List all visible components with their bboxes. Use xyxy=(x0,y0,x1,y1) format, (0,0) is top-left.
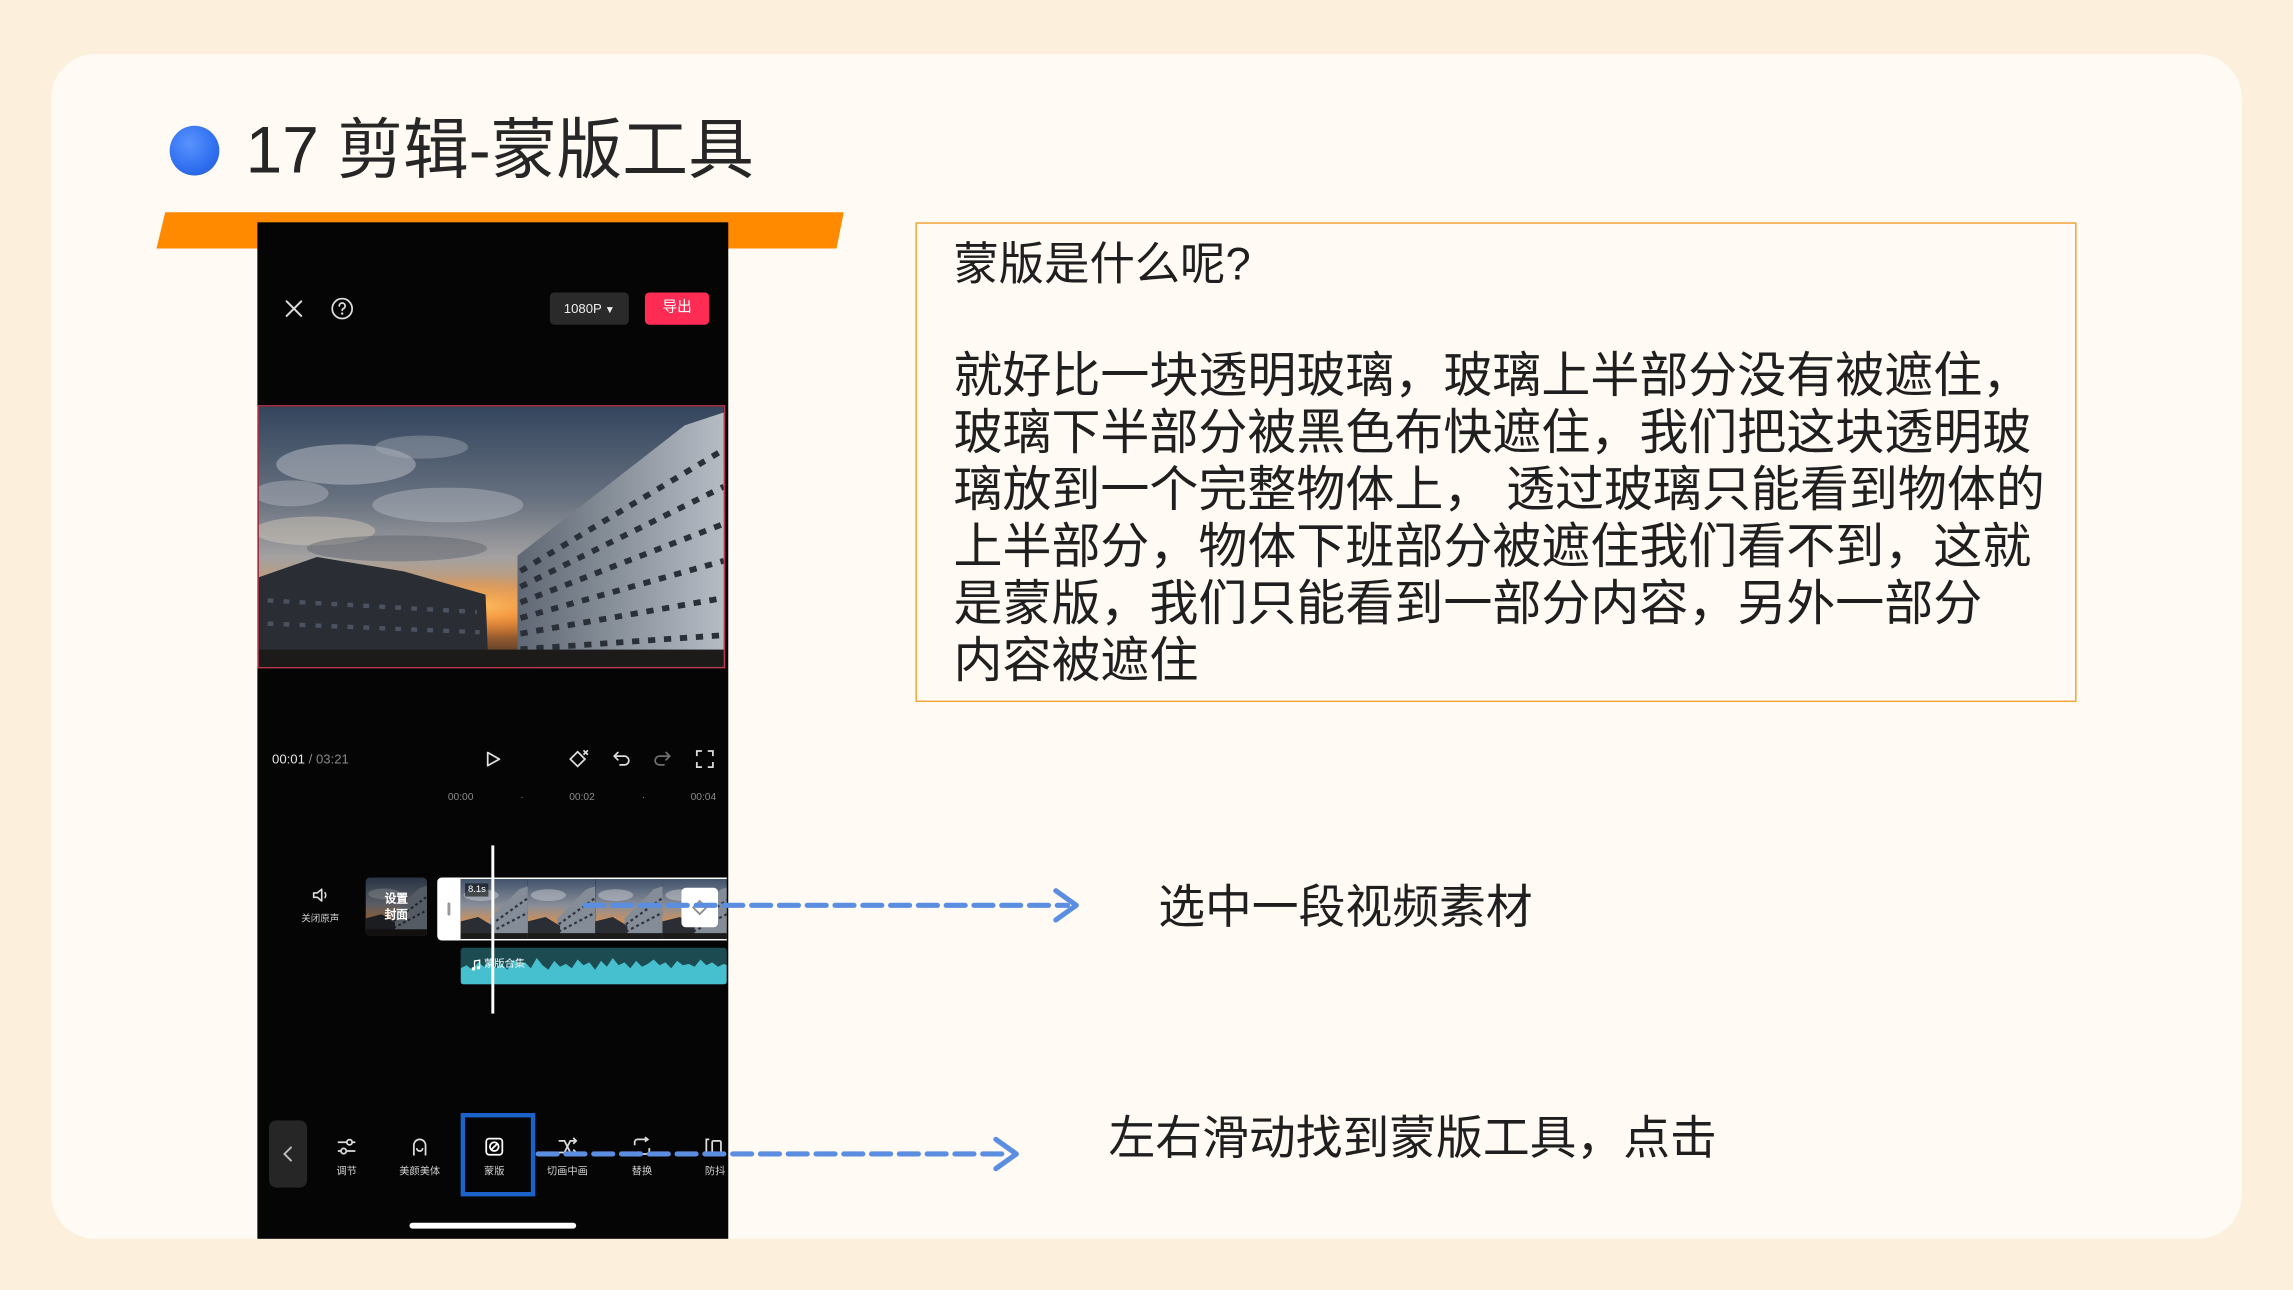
handle-grip xyxy=(447,902,451,916)
set-cover-button[interactable]: 设置 封面 xyxy=(365,877,428,937)
mask-tool-highlight xyxy=(460,1113,536,1197)
ruler-label: 00:00 xyxy=(447,792,474,803)
ruler-dot: · xyxy=(641,792,646,803)
playhead[interactable] xyxy=(491,845,495,1014)
toolbar-item-label: 替换 xyxy=(631,1167,653,1178)
toolbar-item-label: 调节 xyxy=(336,1167,357,1178)
undo-icon[interactable] xyxy=(611,749,631,769)
mute-original-audio-label[interactable]: 关闭原声 xyxy=(284,913,357,926)
explanation-line: 内容被遮住 xyxy=(953,634,1199,689)
adjust-icon xyxy=(336,1136,356,1156)
annotation-select-clip: 选中一段视频素材 xyxy=(1158,880,1533,934)
stabilize-icon xyxy=(705,1136,725,1156)
total-time: / 03:21 xyxy=(308,751,349,767)
toolbar-item-label: 美颜美体 xyxy=(399,1167,441,1178)
toolbar-item-beauty[interactable]: 美颜美体 xyxy=(383,1134,456,1184)
phone-editor-screenshot: 1080P ▼ 导出 00:01 / 03:21 00:00 · 00:02 ·… xyxy=(257,222,729,1239)
close-icon[interactable] xyxy=(284,298,304,318)
export-button[interactable]: 导出 xyxy=(644,292,710,325)
clip-trim-handle-left[interactable] xyxy=(437,877,461,941)
toolbar-item-label: 防抖 xyxy=(704,1167,726,1178)
slide: 17 剪辑-蒙版工具 1080P ▼ 导出 00:01 / 03:21 00:0… xyxy=(0,0,2293,1290)
explanation-line: 上半部分，物体下班部分被遮住我们看不到，这就 xyxy=(953,520,2032,575)
video-preview[interactable] xyxy=(257,405,726,669)
pip-icon xyxy=(557,1136,578,1157)
toolbar-item-replace[interactable]: 替换 xyxy=(605,1134,678,1184)
diamond-icon xyxy=(691,899,708,916)
toolbar-item-label: 切画中画 xyxy=(546,1167,588,1178)
speaker-icon[interactable] xyxy=(311,886,329,904)
fullscreen-icon[interactable] xyxy=(695,749,715,769)
replace-icon xyxy=(632,1136,652,1157)
play-icon[interactable] xyxy=(484,750,502,768)
home-indicator xyxy=(409,1222,577,1229)
add-clip-button[interactable] xyxy=(681,887,719,928)
toolbar-item-adjust[interactable]: 调节 xyxy=(310,1134,383,1184)
toolbar-item-pip[interactable]: 切画中画 xyxy=(531,1134,604,1184)
keyframe-icon[interactable] xyxy=(569,749,589,769)
ruler-label: 00:02 xyxy=(569,792,595,803)
chevron-down-icon: ▼ xyxy=(604,305,615,316)
playback-time: 00:01 / 03:21 xyxy=(272,750,349,768)
explanation-question: 蒙版是什么呢? xyxy=(953,238,1251,290)
cover-label-line: 封面 xyxy=(384,908,409,922)
resolution-value: 1080P xyxy=(563,301,602,316)
explanation-paragraph: 就好比一块透明玻璃，玻璃上半部分没有被遮住， 玻璃下半部分被黑色布快遮住，我们把… xyxy=(953,348,2044,690)
audio-track-label: 蒙版合集 xyxy=(484,959,525,970)
help-icon[interactable] xyxy=(330,297,354,320)
toolbar-item-stabilize[interactable]: 防抖 xyxy=(679,1134,729,1184)
chevron-left-icon xyxy=(281,1145,296,1163)
explanation-line: 就好比一块透明玻璃，玻璃上半部分没有被遮住， xyxy=(953,349,2032,404)
music-note-icon xyxy=(471,959,481,971)
toolbar-back-button[interactable] xyxy=(269,1120,308,1188)
current-time: 00:01 xyxy=(272,751,305,767)
redo-icon[interactable] xyxy=(652,749,672,769)
beauty-icon xyxy=(409,1136,429,1156)
title-bullet-dot xyxy=(169,125,220,176)
explanation-line: 璃放到一个完整物体上， 透过玻璃只能看到物体的 xyxy=(953,463,2045,518)
ruler-dot: · xyxy=(520,792,524,803)
clip-duration-badge: 8.1s xyxy=(465,883,489,897)
resolution-dropdown[interactable]: 1080P ▼ xyxy=(549,292,629,325)
explanation-line: 是蒙版，我们只能看到一部分内容，另外一部分 xyxy=(953,577,1983,632)
ruler-label: 00:04 xyxy=(690,792,717,803)
cover-label-line: 设置 xyxy=(384,892,409,906)
slide-title: 17 剪辑-蒙版工具 xyxy=(245,112,754,188)
explanation-line: 玻璃下半部分被黑色布快遮住，我们把这块透明玻 xyxy=(953,406,2032,461)
annotation-find-mask-tool: 左右滑动找到蒙版工具，点击 xyxy=(1108,1111,1717,1165)
